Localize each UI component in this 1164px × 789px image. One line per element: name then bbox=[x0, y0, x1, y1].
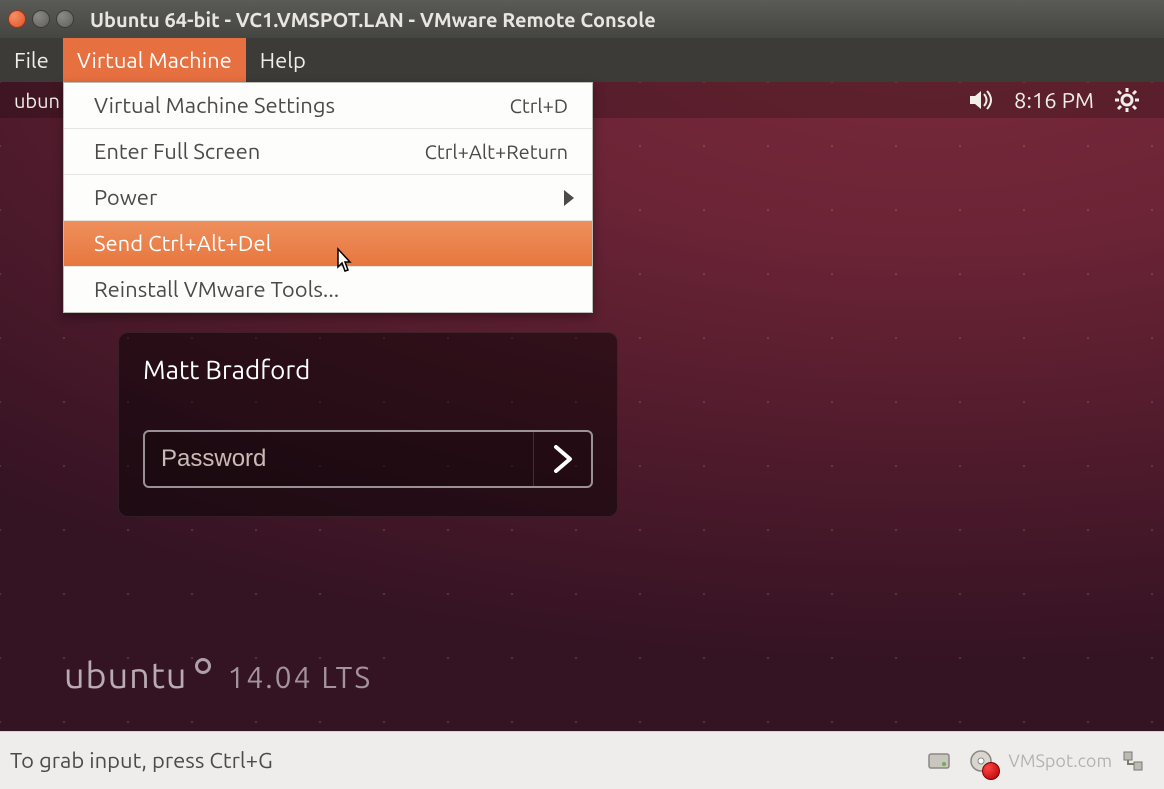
virtual-machine-menu-dropdown: Virtual Machine Settings Ctrl+D Enter Fu… bbox=[63, 82, 593, 313]
menu-item-shortcut: Ctrl+Alt+Return bbox=[425, 140, 568, 163]
chevron-right-icon bbox=[552, 445, 574, 473]
statusbar-hint: To grab input, press Ctrl+G bbox=[10, 748, 273, 773]
window-close-button[interactable] bbox=[8, 10, 26, 28]
password-field-wrap bbox=[143, 430, 593, 488]
window-titlebar: Ubuntu 64-bit - VC1.VMSPOT.LAN - VMware … bbox=[0, 0, 1164, 38]
menu-item-shortcut: Ctrl+D bbox=[510, 94, 568, 117]
ubuntu-version: 14.04 LTS bbox=[227, 660, 372, 694]
menu-item-vm-settings[interactable]: Virtual Machine Settings Ctrl+D bbox=[64, 83, 592, 129]
window-minimize-button[interactable] bbox=[32, 10, 50, 28]
watermark: VMSpot.com bbox=[1008, 751, 1112, 771]
password-input[interactable] bbox=[145, 445, 533, 473]
gear-icon[interactable] bbox=[1114, 87, 1140, 113]
menu-item-send-ctrl-alt-del[interactable]: Send Ctrl+Alt+Del bbox=[64, 221, 592, 267]
network-icon[interactable] bbox=[1118, 746, 1148, 776]
login-card: Matt Bradford bbox=[118, 332, 618, 517]
ubuntu-wordmark: ubuntu bbox=[64, 654, 187, 695]
login-submit-button[interactable] bbox=[533, 432, 591, 486]
menu-item-enter-fullscreen[interactable]: Enter Full Screen Ctrl+Alt+Return bbox=[64, 129, 592, 175]
menu-item-power[interactable]: Power bbox=[64, 175, 592, 221]
chevron-right-icon bbox=[564, 190, 574, 206]
volume-icon[interactable] bbox=[968, 89, 994, 111]
disk-icon[interactable] bbox=[924, 746, 954, 776]
login-username: Matt Bradford bbox=[143, 355, 593, 384]
ubuntu-circle-of-friends-icon bbox=[195, 658, 211, 674]
menu-item-reinstall-vmware-tools[interactable]: Reinstall VMware Tools... bbox=[64, 267, 592, 312]
menu-help[interactable]: Help bbox=[246, 38, 320, 82]
cdrom-icon[interactable] bbox=[966, 746, 996, 776]
menu-item-label: Reinstall VMware Tools... bbox=[94, 277, 339, 302]
menu-item-label: Enter Full Screen bbox=[94, 139, 260, 164]
menu-item-label: Power bbox=[94, 185, 157, 210]
window-maximize-button[interactable] bbox=[56, 10, 74, 28]
menu-file[interactable]: File bbox=[0, 38, 63, 82]
statusbar: To grab input, press Ctrl+G VMSpot.com bbox=[0, 731, 1164, 789]
menu-item-label: Virtual Machine Settings bbox=[94, 93, 335, 118]
panel-left-label: ubun bbox=[14, 89, 60, 112]
window-title: Ubuntu 64-bit - VC1.VMSPOT.LAN - VMware … bbox=[90, 8, 656, 31]
menu-item-label: Send Ctrl+Alt+Del bbox=[94, 231, 271, 256]
menubar: File Virtual Machine Help bbox=[0, 38, 1164, 82]
ubuntu-branding: ubuntu 14.04 LTS bbox=[64, 654, 372, 695]
menu-virtual-machine[interactable]: Virtual Machine bbox=[63, 38, 246, 82]
panel-clock[interactable]: 8:16 PM bbox=[1014, 88, 1094, 113]
window-controls bbox=[8, 10, 74, 28]
